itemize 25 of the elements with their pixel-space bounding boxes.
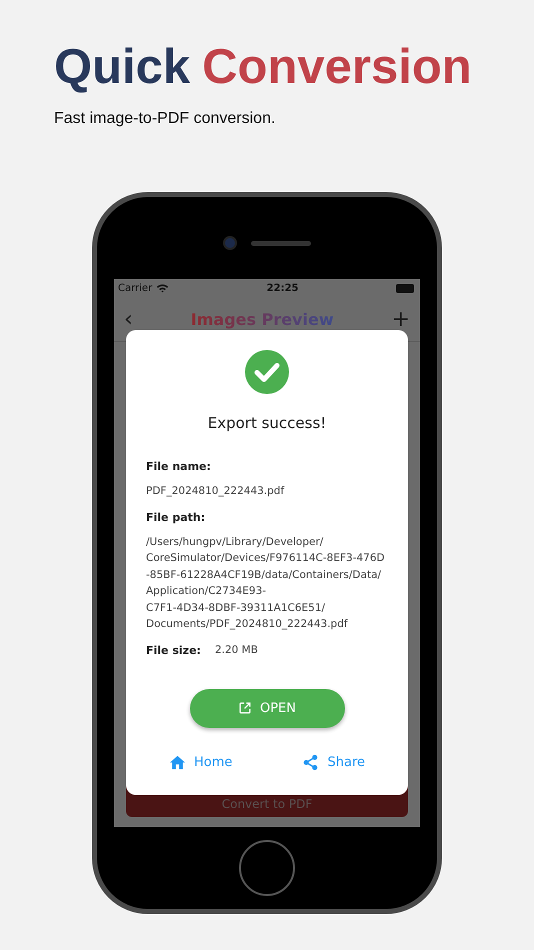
home-icon: [169, 754, 186, 770]
field-label: File path:: [146, 510, 206, 524]
add-button[interactable]: +: [392, 306, 410, 332]
subtitle: Fast image-to-PDF conversion.: [54, 110, 276, 128]
field-value: 2.20 MB: [214, 644, 258, 656]
home-button[interactable]: Home: [169, 754, 232, 770]
clock-time: 22:25: [266, 282, 299, 294]
wifi-icon: [156, 283, 170, 293]
headline-word: Quick: [54, 39, 190, 96]
share-button[interactable]: Share: [302, 754, 365, 770]
headline-word: Conversion: [202, 39, 472, 96]
camera-icon: [223, 236, 237, 250]
field-value: /Users/hungpv/Library/Developer/ CoreSimulator/Devices/F976114C-8EF3-476D -85BF-61228A4CF19B/data/Containers/Data/ Application/C2734E93- C7F1-4D34-8DBF-39311A1C6E51/ Documents/PDF_2024810_222443.pdf: [146, 534, 386, 632]
battery-icon: [396, 284, 414, 292]
field-label: File size:: [146, 644, 201, 656]
share-icon: [302, 754, 320, 770]
field-label: File name:: [146, 460, 212, 473]
carrier-label: Carrier: [118, 282, 152, 294]
external-link-icon: [238, 701, 252, 715]
open-button[interactable]: OPEN: [190, 688, 344, 728]
back-button[interactable]: ‹: [124, 306, 133, 332]
speaker-grille: [251, 240, 311, 246]
success-check-icon: [245, 350, 289, 394]
dialog-title: Export success!: [208, 414, 326, 432]
field-value: PDF_2024810_222443.pdf: [146, 484, 286, 499]
